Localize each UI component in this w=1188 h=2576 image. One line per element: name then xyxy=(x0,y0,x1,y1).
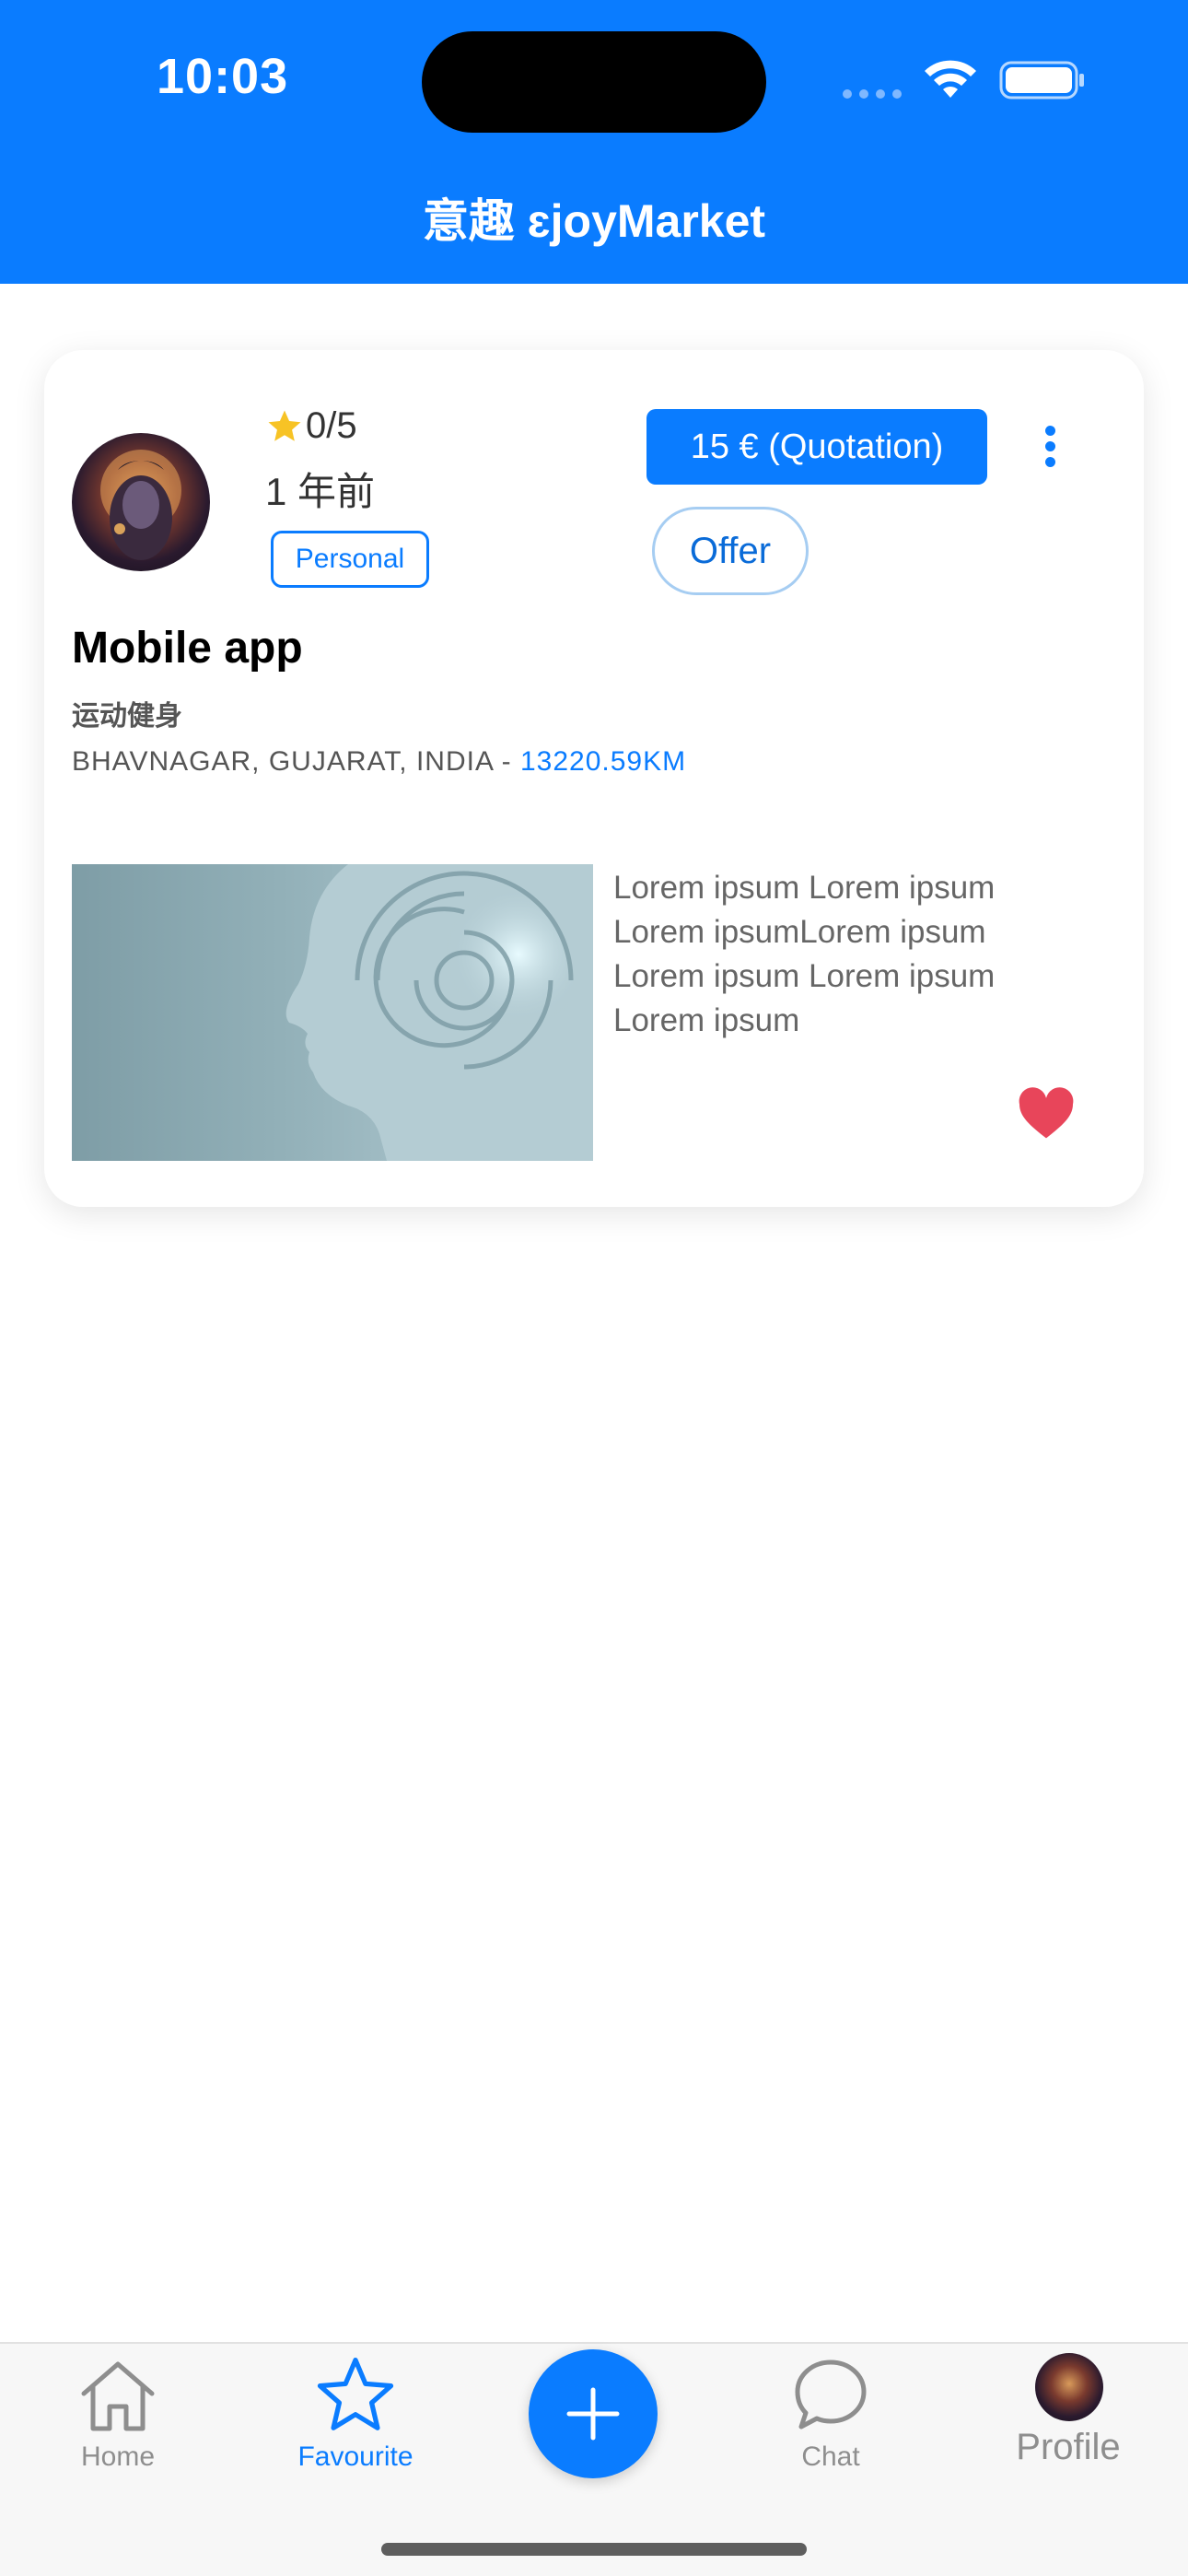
seller-rating: 0/5 xyxy=(265,405,357,447)
tab-profile[interactable]: Profile xyxy=(976,2344,1160,2482)
tab-profile-label: Profile xyxy=(1016,2427,1121,2467)
seller-avatar[interactable] xyxy=(72,433,210,571)
tab-chat-label: Chat xyxy=(801,2441,860,2472)
home-icon xyxy=(81,2361,155,2431)
heart-icon[interactable] xyxy=(1017,1087,1076,1141)
listing-description: Lorem ipsum Lorem ipsum Lorem ipsumLorem… xyxy=(613,870,996,1038)
avatar xyxy=(1035,2353,1103,2421)
distance-text: 13220.59KM xyxy=(519,746,687,777)
wifi-icon xyxy=(925,60,976,98)
listing-title: Mobile app xyxy=(72,624,303,673)
tab-favourite-label: Favourite xyxy=(297,2441,413,2472)
location-text: BHAVNAGAR, GUJARAT, INDIA - xyxy=(72,746,520,777)
offer-button[interactable]: Offer xyxy=(652,507,809,595)
tab-favourite[interactable]: Favourite xyxy=(263,2344,448,2482)
dynamic-island xyxy=(422,31,766,133)
more-options-icon[interactable] xyxy=(1041,426,1059,474)
listing-image[interactable] xyxy=(72,864,593,1161)
app-title: 意趣 ɛjoyMarket xyxy=(422,195,766,247)
plus-icon xyxy=(566,2387,620,2441)
listing-location: BHAVNAGAR, GUJARAT, INDIA - 13220.59KM xyxy=(72,746,686,778)
tab-chat[interactable]: Chat xyxy=(739,2344,923,2482)
rating-value: 0/5 xyxy=(306,405,357,446)
listing-card[interactable]: 0/5 1 年前 Personal 15 € (Quotation) Offer… xyxy=(44,350,1144,1207)
status-time: 10:03 xyxy=(157,49,289,104)
chat-icon xyxy=(795,2359,867,2430)
tab-home[interactable]: Home xyxy=(26,2344,210,2482)
star-icon xyxy=(268,410,301,441)
star-icon xyxy=(317,2357,394,2430)
tab-home-label: Home xyxy=(80,2441,156,2472)
cellular-signal-icon xyxy=(843,87,909,103)
price-quotation-button[interactable]: 15 € (Quotation) xyxy=(646,409,987,485)
add-listing-button[interactable] xyxy=(529,2349,658,2478)
battery-icon xyxy=(999,61,1084,100)
listing-category: 运动健身 xyxy=(72,701,182,732)
posted-time: 1 年前 xyxy=(265,470,376,513)
app-header: 10:03 意趣 ɛjoyMarket xyxy=(0,0,1188,284)
home-indicator xyxy=(381,2543,807,2556)
personal-tag: Personal xyxy=(271,531,429,588)
